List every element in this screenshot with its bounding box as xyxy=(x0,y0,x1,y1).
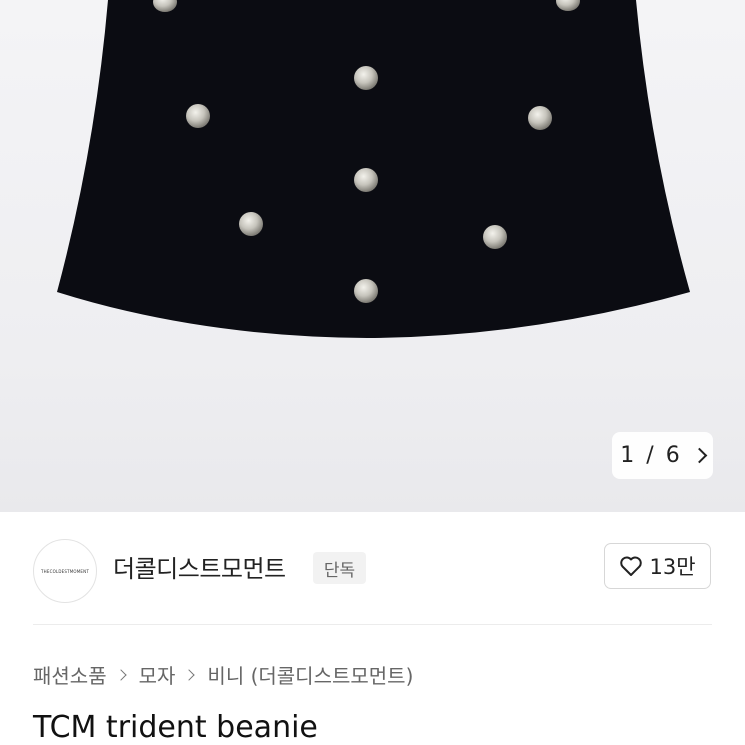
shop-name[interactable]: 더콜디스트모먼트 xyxy=(113,549,286,584)
breadcrumb-item-hats[interactable]: 모자 xyxy=(139,660,176,689)
product-title: TCM trident beanie xyxy=(33,710,318,745)
counter-current: 1 xyxy=(620,443,635,468)
image-counter[interactable]: 1 / 6 xyxy=(612,432,713,479)
counter-total: 6 xyxy=(665,443,680,468)
counter-separator: / xyxy=(646,443,654,468)
chevron-right-icon[interactable] xyxy=(691,447,707,464)
chevron-right-icon xyxy=(114,668,127,681)
shop-logo-text: THECOLDESTMOMENT xyxy=(41,568,89,574)
divider xyxy=(33,624,712,625)
exclusive-badge: 단독 xyxy=(313,552,366,584)
shop-logo[interactable]: THECOLDESTMOMENT xyxy=(33,539,97,603)
heart-outline-icon xyxy=(620,556,643,576)
breadcrumb: 패션소품 모자 비니 (더콜디스트모먼트) xyxy=(33,660,413,689)
like-count: 13만 xyxy=(649,555,696,579)
breadcrumb-item-fashion-accessories[interactable]: 패션소품 xyxy=(33,660,107,689)
product-image-carousel[interactable]: 1 / 6 xyxy=(0,0,745,512)
breadcrumb-item-beanie[interactable]: 비니 (더콜디스트모먼트) xyxy=(207,660,413,689)
chevron-right-icon xyxy=(183,668,196,681)
like-button[interactable]: 13만 xyxy=(604,543,711,589)
